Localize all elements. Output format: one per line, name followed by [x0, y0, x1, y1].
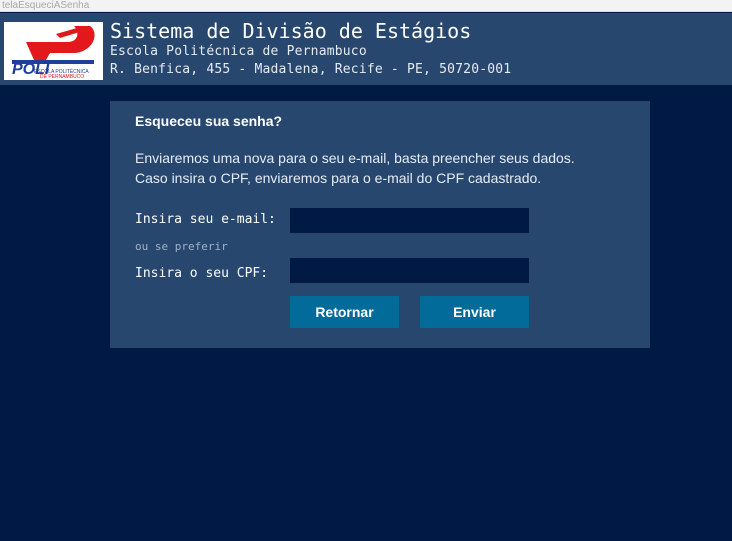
- or-hint: ou se preferir: [135, 240, 228, 253]
- description-line-2: Caso insira o CPF, enviaremos para o e-m…: [135, 170, 542, 186]
- back-button[interactable]: Retornar: [290, 296, 399, 328]
- panel-description: Enviaremos uma nova para o seu e-mail, b…: [135, 148, 635, 188]
- school-address: R. Benfica, 455 - Madalena, Recife - PE,…: [110, 62, 512, 77]
- email-field[interactable]: [290, 208, 529, 233]
- app-title: Sistema de Divisão de Estágios: [110, 19, 472, 43]
- window-title: telaEsqueciASenha: [0, 0, 732, 12]
- forgot-password-panel: Esqueceu sua senha? Enviaremos uma nova …: [110, 101, 650, 348]
- poli-logo: POLI ESCOLA POLITÉCNICA DE PERNAMBUCO: [4, 22, 103, 80]
- panel-title: Esqueceu sua senha?: [135, 113, 283, 129]
- cpf-label: Insira o seu CPF:: [135, 266, 269, 281]
- cpf-field[interactable]: [290, 258, 529, 283]
- send-button[interactable]: Enviar: [420, 296, 529, 328]
- app-header: POLI ESCOLA POLITÉCNICA DE PERNAMBUCO Si…: [0, 13, 732, 85]
- poli-logo-icon: POLI ESCOLA POLITÉCNICA DE PERNAMBUCO: [12, 26, 95, 80]
- logo-caption-2: DE PERNAMBUCO: [40, 74, 84, 80]
- school-name: Escola Politécnica de Pernambuco: [110, 44, 367, 59]
- description-line-1: Enviaremos uma nova para o seu e-mail, b…: [135, 150, 575, 166]
- email-label: Insira seu e-mail:: [135, 212, 276, 227]
